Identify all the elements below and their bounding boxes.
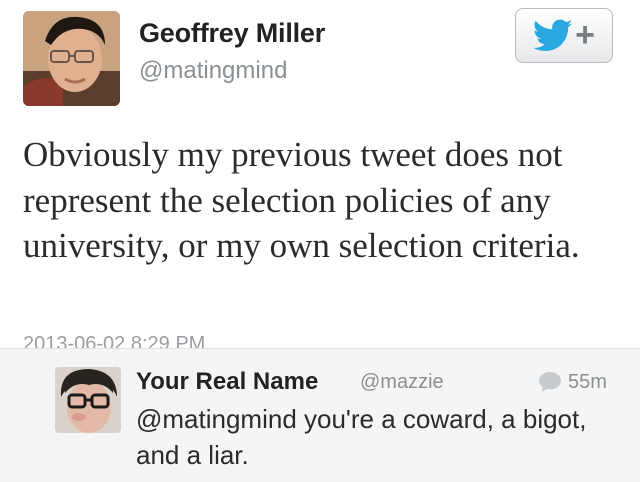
author-handle[interactable]: @matingmind <box>139 57 287 85</box>
tweet-timestamp: 2013-06-02 8:29 PM <box>23 333 206 348</box>
follow-plus-label: + <box>575 15 595 54</box>
speech-bubble-icon <box>539 372 561 392</box>
reply-item[interactable]: Your Real Name @mazzie 55m @matingmind y… <box>0 348 640 482</box>
tweet-detail: Geoffrey Miller @matingmind + Obviously … <box>0 0 640 348</box>
author-name[interactable]: Geoffrey Miller <box>139 18 325 49</box>
reply-author-handle[interactable]: @mazzie <box>360 371 444 394</box>
twitter-bird-icon <box>533 19 573 51</box>
author-avatar-image <box>23 11 120 106</box>
reply-avatar-image <box>55 367 121 433</box>
reply-text: @matingmind you're a coward, a bigot, an… <box>136 404 587 470</box>
reply-author-name[interactable]: Your Real Name <box>136 368 318 396</box>
tweet-text: Obviously my previous tweet does not rep… <box>23 135 580 265</box>
author-avatar[interactable] <box>23 11 120 106</box>
follow-button[interactable]: + <box>515 8 613 63</box>
reply-time: 55m <box>568 371 607 393</box>
reply-author-avatar[interactable] <box>55 367 121 433</box>
